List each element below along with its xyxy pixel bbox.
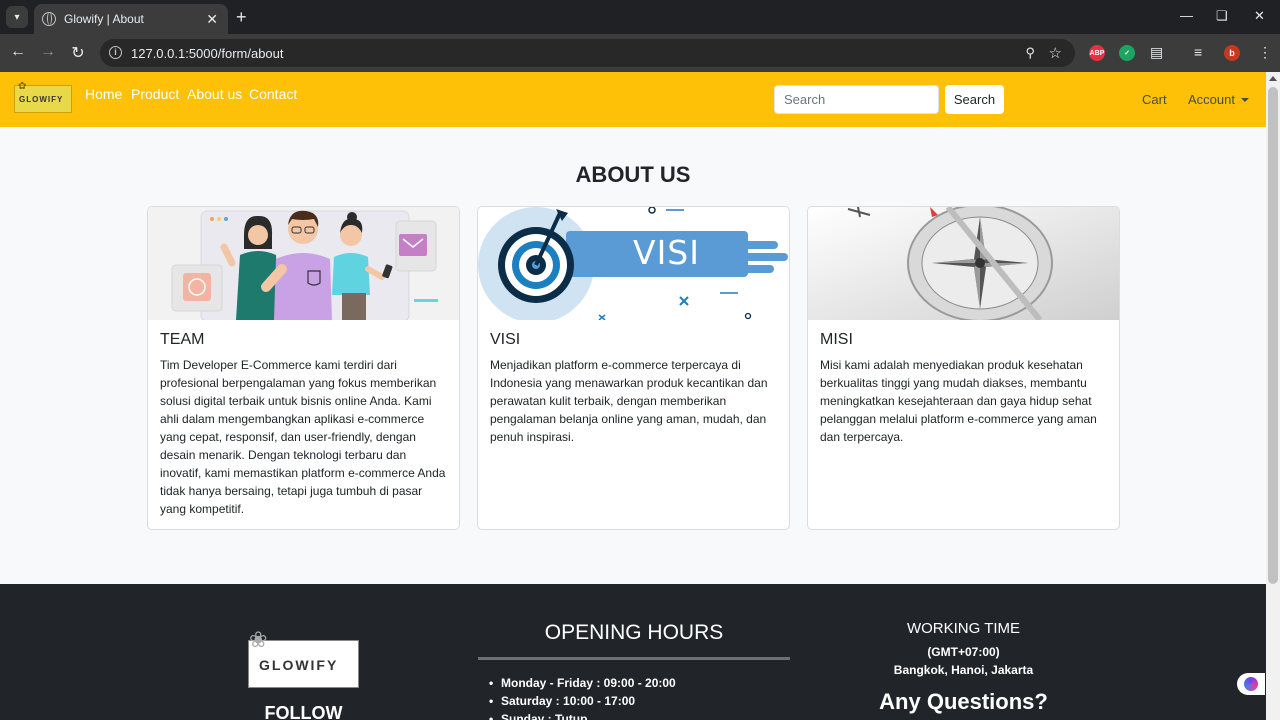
nav-product[interactable]: Product — [131, 86, 179, 102]
back-icon[interactable]: ← — [8, 43, 28, 61]
site-info-icon[interactable]: i — [109, 46, 122, 59]
scroll-up-icon[interactable] — [1269, 76, 1277, 81]
card-text: Tim Developer E-Commerce kami terdiri da… — [160, 358, 446, 516]
logo-text: GLOWIFY — [19, 95, 64, 104]
footer-logo[interactable]: ❀ GLOWIFY — [248, 627, 359, 688]
adblock-plus-icon[interactable]: ABP — [1089, 45, 1105, 61]
card-team: TEAM Tim Developer E-Commerce kami terdi… — [147, 206, 460, 530]
profile-avatar[interactable]: b — [1224, 45, 1240, 61]
brand-logo[interactable]: ✿ GLOWIFY — [14, 81, 72, 113]
close-window-icon[interactable]: ✕ — [1254, 8, 1265, 24]
floral-sprig-icon: ❀ — [249, 627, 268, 652]
list-item: Monday - Friday : 09:00 - 20:00 — [489, 674, 676, 692]
questions-heading: Any Questions? — [879, 689, 1048, 714]
about-section: ABOUT US TEAM Tim Developer E-Commerce k… — [0, 127, 1266, 584]
follow-heading: FOLLOW — [264, 703, 343, 720]
page-title: ABOUT US — [575, 162, 691, 187]
globe-icon — [42, 12, 56, 26]
new-tab-icon[interactable]: + — [236, 7, 247, 27]
compass-photo — [808, 207, 1119, 320]
divider — [478, 657, 790, 660]
card-title: VISI — [490, 331, 521, 348]
address-bar[interactable]: i 127.0.0.1:5000/form/about ⚲ ☆ — [100, 39, 1075, 67]
list-item: Saturday : 10:00 - 17:00 — [489, 692, 676, 710]
browser-tabstrip: ▾ Glowify | About ✕ + — ❏ ✕ — [0, 0, 1280, 34]
card-title: MISI — [820, 331, 853, 348]
minimize-icon[interactable]: — — [1180, 8, 1193, 23]
bookmark-star-icon[interactable]: ☆ — [1049, 44, 1062, 62]
forward-icon[interactable]: → — [38, 43, 58, 61]
card-misi: MISI Misi kami adalah menyediakan produk… — [807, 206, 1120, 530]
card-visi: VISI VISI Menjadikan platform e-commerce… — [477, 206, 790, 530]
nav-home[interactable]: Home — [85, 86, 122, 102]
browser-tab[interactable]: Glowify | About ✕ — [34, 4, 228, 34]
site-footer: ❀ GLOWIFY FOLLOW OPENING HOURS Monday - … — [0, 584, 1266, 720]
shield-extension-icon[interactable]: ✓ — [1119, 45, 1135, 61]
tab-search-icon[interactable]: ▾ — [6, 6, 28, 28]
maximize-icon[interactable]: ❏ — [1216, 8, 1228, 24]
list-item: Sunday : Tutup — [489, 710, 676, 720]
opening-hours-list: Monday - Friday : 09:00 - 20:00 Saturday… — [489, 674, 676, 720]
card-text: Misi kami adalah menyediakan produk kese… — [820, 358, 1097, 444]
reload-icon[interactable]: ↻ — [68, 43, 88, 63]
tab-title: Glowify | About — [64, 12, 144, 26]
browser-toolbar: ← → ↻ i 127.0.0.1:5000/form/about ⚲ ☆ AB… — [0, 34, 1280, 72]
nav-about-us[interactable]: About us — [187, 86, 242, 102]
close-tab-icon[interactable]: ✕ — [206, 11, 218, 28]
footer-logo-text: GLOWIFY — [259, 657, 339, 673]
scrollbar-thumb[interactable] — [1268, 87, 1278, 584]
zoom-icon[interactable]: ⚲ — [1025, 45, 1035, 61]
assistant-bubble[interactable] — [1237, 673, 1265, 695]
card-title: TEAM — [160, 331, 205, 348]
menu-kebab-icon[interactable]: ⋮ — [1258, 44, 1274, 60]
chevron-down-icon — [1240, 98, 1249, 102]
opening-hours-title: OPENING HOURS — [544, 621, 724, 644]
card-text: Menjadikan platform e-commerce terpercay… — [490, 358, 768, 444]
media-control-icon[interactable]: ≡ — [1194, 44, 1210, 60]
extensions-puzzle-icon[interactable]: ▤ — [1150, 44, 1166, 60]
url-text[interactable]: 127.0.0.1:5000/form/about — [131, 46, 284, 61]
search-button[interactable]: Search — [945, 85, 1004, 114]
nav-contact[interactable]: Contact — [249, 86, 297, 102]
leaf-icon: ✿ — [18, 81, 27, 92]
account-label: Account — [1188, 92, 1235, 107]
working-time-cities: Bangkok, Hanoi, Jakarta — [893, 663, 1034, 677]
site-navbar: ✿ GLOWIFY Home Product About us Contact … — [0, 72, 1266, 127]
cart-link[interactable]: Cart — [1142, 92, 1167, 107]
team-illustration — [148, 207, 459, 320]
search-input[interactable] — [774, 85, 939, 114]
assistant-icon — [1244, 677, 1258, 691]
visi-banner-text: VISI — [633, 233, 700, 272]
visi-target-banner: VISI — [478, 207, 789, 320]
working-time-title: WORKING TIME — [906, 620, 1021, 637]
working-time-timezone: (GMT+07:00) — [927, 645, 1000, 659]
page-scrollbar[interactable] — [1266, 72, 1280, 720]
account-dropdown[interactable]: Account — [1188, 92, 1249, 107]
